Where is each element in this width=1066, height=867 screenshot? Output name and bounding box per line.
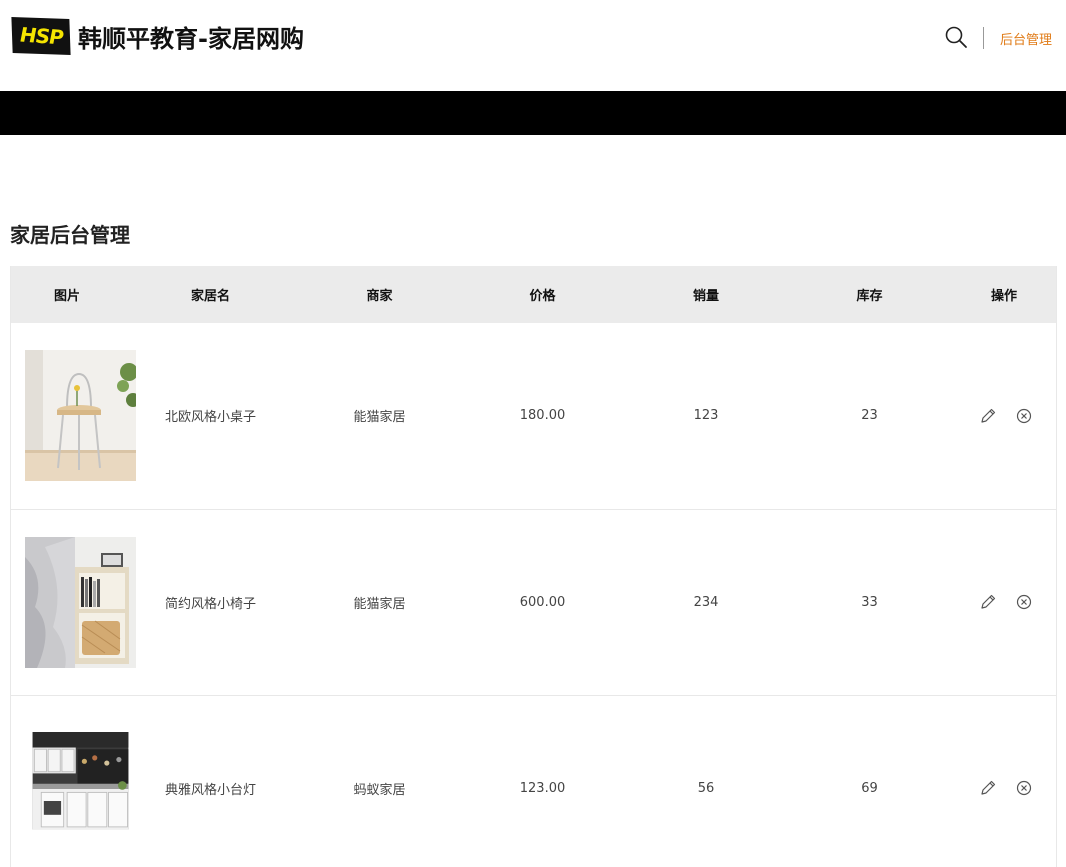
- col-header-merchant: 商家: [366, 289, 393, 304]
- pencil-icon[interactable]: [979, 407, 997, 425]
- actions-cell: [951, 509, 1056, 695]
- table-row: 北欧风格小桌子 能猫家居 180.00 123 23: [11, 323, 1056, 509]
- sales-cell: 123: [693, 408, 719, 424]
- stock-cell: 33: [861, 594, 878, 610]
- image-cell: [11, 323, 136, 509]
- site-header: HSP 韩顺平教育-家居网购 后台管理: [0, 0, 1066, 91]
- table-header-row: 图片 家居名 商家 价格 销量 库存 操作: [11, 266, 1056, 323]
- col-header-price: 价格: [529, 289, 556, 304]
- col-header-actions: 操作: [990, 289, 1017, 304]
- sales-cell: 56: [697, 780, 715, 796]
- name-cell: 简约风格小椅子: [164, 596, 256, 612]
- logo[interactable]: HSP 韩顺平教育-家居网购: [11, 16, 304, 56]
- merchant-cell: 能猫家居: [353, 596, 406, 612]
- table-row: 简约风格小椅子 能猫家居 600.00 234 33: [11, 509, 1056, 695]
- site-title: 韩顺平教育-家居网购: [78, 24, 304, 53]
- stock-cell: 69: [861, 780, 878, 796]
- pencil-icon[interactable]: [979, 779, 997, 797]
- search-icon[interactable]: [944, 25, 968, 49]
- image-cell: [11, 509, 136, 695]
- admin-link[interactable]: 后台管理: [1000, 29, 1052, 48]
- sales-cell: 234: [693, 594, 719, 610]
- col-header-name: 家居名: [190, 289, 230, 304]
- nav-bar: [0, 91, 1066, 135]
- price-cell: 600.00: [519, 594, 566, 610]
- circle-x-icon[interactable]: [1015, 593, 1033, 611]
- header-divider: [983, 27, 984, 49]
- col-header-sales: 销量: [692, 289, 719, 304]
- col-header-image: 图片: [53, 289, 80, 304]
- actions-cell: [951, 695, 1056, 867]
- page-title: 家居后台管理: [10, 223, 130, 247]
- furniture-table: 图片 家居名 商家 价格 销量 库存 操作 北欧风格小桌子 能猫家居 180.0…: [10, 266, 1057, 867]
- product-image-chair[interactable]: [25, 536, 136, 668]
- price-cell: 123.00: [519, 780, 566, 796]
- product-image-lamp[interactable]: [25, 731, 136, 845]
- pencil-icon[interactable]: [979, 593, 997, 611]
- merchant-cell: 蚂蚁家居: [353, 782, 406, 798]
- logo-badge-text: HSP: [19, 22, 63, 50]
- stock-cell: 23: [861, 408, 878, 424]
- circle-x-icon[interactable]: [1015, 407, 1033, 425]
- table-row: 典雅风格小台灯 蚂蚁家居 123.00 56 69: [11, 695, 1056, 867]
- circle-x-icon[interactable]: [1015, 779, 1033, 797]
- product-image-table[interactable]: [25, 350, 136, 482]
- actions-cell: [951, 323, 1056, 509]
- col-header-stock: 库存: [856, 289, 883, 304]
- name-cell: 北欧风格小桌子: [164, 410, 256, 426]
- merchant-cell: 能猫家居: [353, 410, 406, 426]
- logo-badge: HSP: [11, 16, 71, 56]
- price-cell: 180.00: [519, 408, 566, 424]
- image-cell: [11, 695, 129, 867]
- name-cell: 典雅风格小台灯: [164, 782, 256, 798]
